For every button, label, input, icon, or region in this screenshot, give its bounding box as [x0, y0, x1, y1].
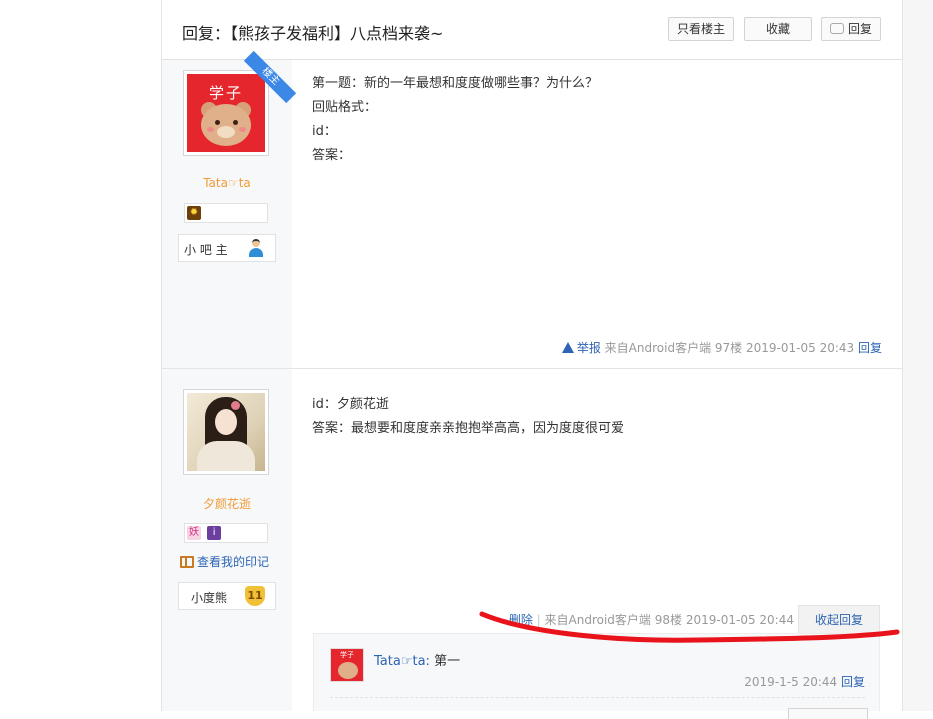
speech-bubble-icon [829, 23, 844, 34]
warning-icon [561, 342, 574, 353]
view-marks-label: 查看我的印记 [197, 555, 270, 569]
badge-row: 妖 i [184, 523, 268, 543]
bear-snout [217, 126, 235, 138]
sub-reply-link[interactable]: 回复 [841, 675, 865, 689]
post-content: id：夕颜花逝 答案：最想要和度度亲亲抱抱举高高，因为度度很可爱 [312, 393, 872, 441]
post-time: 2019-01-05 20:43 [746, 341, 855, 355]
view-marks-link[interactable]: 查看我的印记 [180, 553, 269, 570]
content-line: 第一题：新的一年最想和度度做哪些事？为什么？ [312, 76, 599, 91]
bear-avatar-image: 学子 [187, 74, 265, 152]
content-line: 答案：最想要和度度亲亲抱抱举高高，因为度度很可爱 [312, 421, 625, 436]
content-line: id：夕颜花逝 [312, 397, 389, 412]
bear-cheek [239, 127, 246, 132]
bear-cheek [207, 127, 214, 132]
thread-header: 回复：【熊孩子发福利】八点档来袭~ 只看楼主 收藏 回复 [162, 0, 902, 60]
delete-link[interactable]: 删除 [509, 613, 533, 627]
level-box[interactable]: 小 吧 主 [178, 234, 276, 262]
post-meta: 举报 来自Android客户端 97楼 2019-01-05 20:43 回复 [561, 339, 882, 356]
author-avatar[interactable]: 学子 [183, 70, 269, 156]
robe [197, 441, 255, 471]
content-line: 答案： [312, 148, 352, 163]
bear-eye [233, 120, 238, 125]
info-badge-icon[interactable]: i [207, 526, 222, 540]
level-name: 小 吧 主 [184, 243, 228, 257]
thread-panel: 回复：【熊孩子发福利】八点档来袭~ 只看楼主 收藏 回复 学子 楼主 Tata☞… [161, 0, 903, 719]
level-box[interactable]: 小度熊 11 [178, 582, 276, 610]
author-username[interactable]: 夕颜花逝 [162, 495, 292, 512]
sub-reply-time: 2019-1-5 20:44 [744, 675, 838, 689]
author-sidebar: 学子 楼主 Tata☞ta ✹ 小 吧 主 [162, 50, 297, 368]
client-source: 来自Android客户端 [544, 613, 651, 627]
floor-number: 98楼 [654, 613, 683, 627]
divider [330, 697, 865, 698]
author-sidebar: 夕颜花逝 妖 i 查看我的印记 小度熊 11 [162, 369, 292, 711]
sub-reply-username[interactable]: Tata☞ta [374, 654, 426, 669]
content-line: id： [312, 124, 337, 139]
sub-reply-text: Tata☞ta: 第一 [374, 654, 461, 669]
floor-number: 97楼 [714, 341, 743, 355]
book-icon [180, 556, 194, 568]
post-content: 第一题：新的一年最想和度度做哪些事？为什么？ 回贴格式： id： 答案： [312, 72, 872, 168]
reply-button[interactable]: 回复 [821, 17, 881, 41]
right-background [902, 0, 933, 711]
badge-row: ✹ [184, 203, 268, 223]
sub-reply-area: 学子 Tata☞ta: 第一 2019-1-5 20:44 回复 [313, 633, 880, 719]
bear-head [201, 104, 251, 146]
sub-reply-content: 第一 [434, 654, 461, 669]
bear-eye [215, 120, 220, 125]
report-link[interactable]: 举报 [561, 341, 601, 355]
post-97: 学子 楼主 Tata☞ta ✹ 小 吧 主 第一题：新的一年最想和度度做哪些事？… [162, 50, 902, 369]
bear-head [338, 662, 358, 679]
reply-link[interactable]: 回复 [858, 341, 882, 355]
i-also-say-button[interactable] [788, 708, 868, 719]
sub-avatar-text: 学子 [340, 651, 354, 659]
post-meta: 删除 | 来自Android客户端 98楼 2019-01-05 20:44 [508, 613, 794, 627]
post-time: 2019-01-05 20:44 [685, 613, 794, 627]
sub-reply-avatar[interactable]: 学子 [330, 648, 364, 682]
flower [231, 401, 240, 410]
post-98: 夕颜花逝 妖 i 查看我的印记 小度熊 11 id：夕颜花逝 答案：最想要和度度… [162, 369, 902, 719]
avatar-text: 学子 [208, 84, 243, 102]
badge-yao-icon[interactable]: 妖 [187, 526, 201, 540]
reply-button-label: 回复 [847, 22, 872, 36]
girl-avatar-image [187, 393, 265, 471]
only-op-button[interactable]: 只看楼主 [668, 17, 734, 41]
author-username[interactable]: Tata☞ta [162, 176, 292, 190]
thread-title: 回复：【熊孩子发福利】八点档来袭~ [182, 24, 444, 43]
collapse-replies-button[interactable]: 收起回复 [798, 605, 880, 633]
level-name: 小度熊 [191, 591, 228, 605]
author-avatar[interactable] [183, 389, 269, 475]
client-source: 来自Android客户端 [604, 341, 712, 355]
sub-reply-meta: 2019-1-5 20:44 回复 [744, 673, 865, 690]
content-line: 回贴格式： [312, 100, 378, 115]
user-icon [247, 239, 265, 257]
level-shield-icon: 11 [245, 586, 265, 606]
report-label: 举报 [576, 341, 601, 355]
face [215, 409, 237, 435]
sun-badge-icon[interactable]: ✹ [187, 206, 201, 220]
favorite-button[interactable]: 收藏 [744, 17, 812, 41]
